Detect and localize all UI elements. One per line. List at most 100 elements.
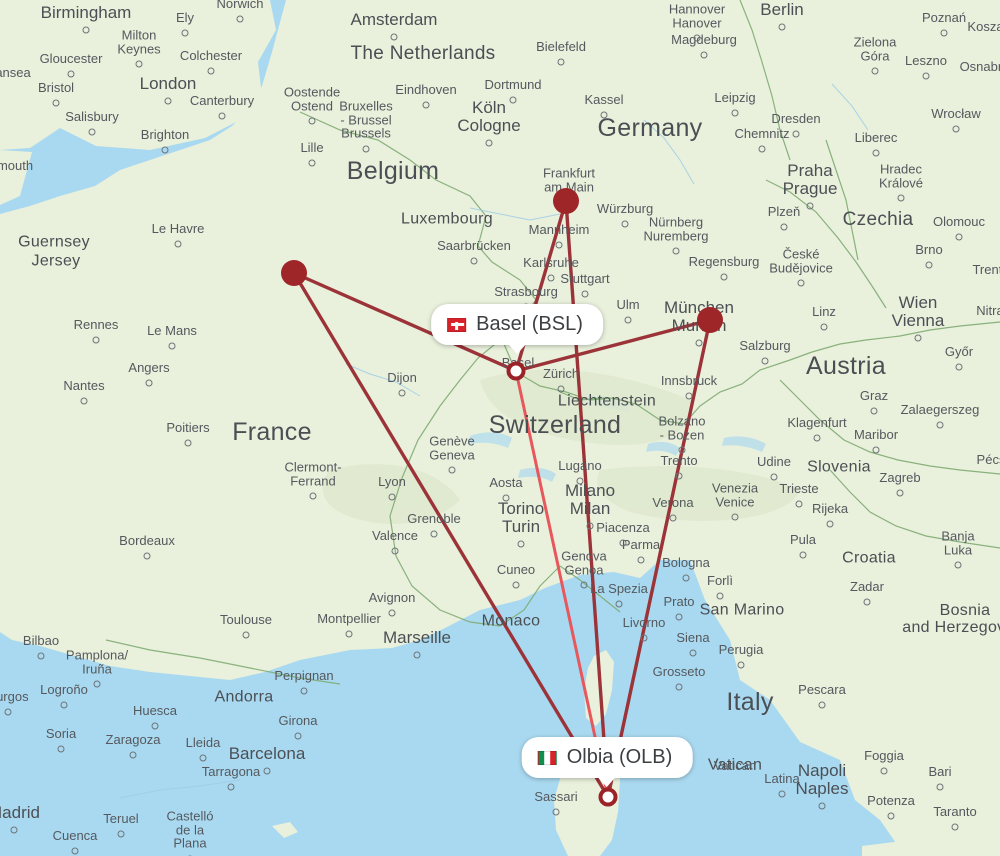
city-dot — [391, 547, 399, 555]
city-dot — [731, 109, 739, 117]
city-dot — [308, 117, 316, 125]
city-dot — [871, 67, 879, 75]
city-dot — [731, 513, 739, 521]
city-dot — [615, 600, 623, 608]
city-dot — [951, 823, 959, 831]
city-dot — [557, 385, 565, 393]
city-dot — [672, 247, 680, 255]
city-dot — [795, 500, 803, 508]
city-dot — [637, 556, 645, 564]
city-dot — [309, 492, 317, 500]
city-dot — [181, 29, 189, 37]
city-dot — [168, 342, 176, 350]
city-dot — [761, 357, 769, 365]
city-dot — [813, 434, 821, 442]
city-dot — [294, 732, 302, 740]
tooltip-basel-label: Basel (BSL) — [476, 313, 583, 335]
city-dot — [778, 23, 786, 31]
city-dot — [236, 15, 244, 23]
city-dot — [4, 708, 12, 716]
city-dot — [922, 72, 930, 80]
city-dot — [693, 34, 701, 42]
city-dot — [580, 581, 588, 589]
city-dot — [576, 477, 584, 485]
city-dot — [300, 687, 308, 695]
city-dot — [345, 630, 353, 638]
city-dot — [737, 661, 745, 669]
city-dot — [720, 273, 728, 281]
city-dot — [207, 67, 215, 75]
city-dot — [586, 522, 594, 530]
city-dot — [60, 701, 68, 709]
city-dot — [818, 802, 826, 810]
city-dot — [242, 631, 250, 639]
tooltip-olbia[interactable]: Olbia (OLB) — [521, 737, 693, 787]
city-dot — [797, 279, 805, 287]
city-dot — [502, 494, 510, 502]
route-node-paris[interactable] — [281, 260, 307, 286]
city-dot — [92, 336, 100, 344]
city-dot — [557, 58, 565, 66]
city-dot — [71, 847, 79, 855]
city-dot — [792, 130, 800, 138]
route-node-olbia[interactable] — [598, 787, 618, 807]
city-dot — [308, 159, 316, 167]
city-dot — [485, 139, 493, 147]
city-dot — [199, 754, 207, 762]
city-dot — [700, 51, 708, 59]
city-dot — [117, 830, 125, 838]
route-paris-olbia — [292, 271, 610, 799]
city-dot — [398, 389, 406, 397]
tooltip-basel[interactable]: Basel (BSL) — [431, 304, 603, 354]
city-dot — [716, 592, 724, 600]
city-dot — [780, 223, 788, 231]
city-dot — [936, 783, 944, 791]
city-dot — [388, 493, 396, 501]
route-munich-olbia — [606, 318, 712, 799]
city-dot — [547, 274, 555, 282]
city-dot — [80, 397, 88, 405]
city-dot — [689, 649, 697, 657]
city-dot — [863, 598, 871, 606]
city-dot — [695, 339, 703, 347]
city-dot — [82, 26, 90, 34]
city-dot — [448, 466, 456, 474]
city-dot — [955, 363, 963, 371]
city-dot — [799, 551, 807, 559]
city-dot — [669, 514, 677, 522]
city-dot — [955, 233, 963, 241]
city-dot — [362, 145, 370, 153]
city-dot — [512, 581, 520, 589]
route-node-frankfurt[interactable] — [553, 188, 579, 214]
route-node-munich[interactable] — [697, 307, 723, 333]
city-dot — [897, 194, 905, 202]
city-dot — [820, 323, 828, 331]
city-dot — [430, 530, 438, 538]
city-dot — [174, 240, 182, 248]
flight-routes-layer — [292, 199, 712, 799]
city-dot — [422, 101, 430, 109]
city-dot — [52, 99, 60, 107]
city-dot — [552, 808, 560, 816]
city-dot — [390, 33, 398, 41]
flight-route-map[interactable]: Germany France Belgium Switzerland Austria It… — [0, 0, 1000, 856]
city-dot — [517, 540, 525, 548]
italian-flag-icon — [537, 750, 557, 765]
city-dot — [413, 651, 421, 659]
city-dot — [872, 149, 880, 157]
city-dot — [555, 241, 563, 249]
city-dot — [887, 812, 895, 820]
city-dot — [151, 722, 159, 730]
city-dot — [640, 634, 648, 642]
city-dot — [806, 202, 814, 210]
city-dot — [470, 257, 478, 265]
city-dot — [880, 767, 888, 775]
route-node-basel[interactable] — [506, 361, 526, 381]
city-dot — [826, 520, 834, 528]
city-dot — [581, 290, 589, 298]
city-dot — [675, 472, 683, 480]
city-dot — [509, 96, 517, 104]
city-dot — [143, 552, 151, 560]
city-dot — [164, 97, 172, 105]
city-dot — [678, 446, 686, 454]
